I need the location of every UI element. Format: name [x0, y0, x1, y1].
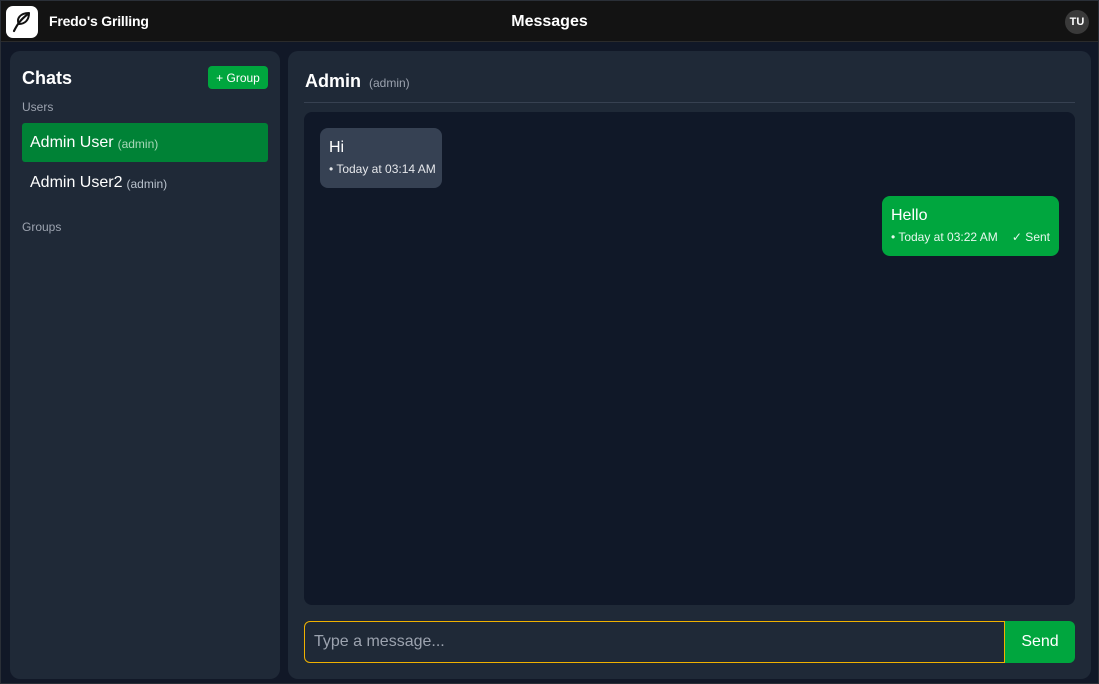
- message-status: ✓ Sent: [1011, 230, 1050, 244]
- groups-section-label: Groups: [22, 220, 62, 234]
- chats-title: Chats: [22, 68, 73, 88]
- chat-contact-name: Admin: [305, 71, 361, 91]
- message-meta: • Today at 03:22 AM ✓ Sent: [891, 230, 1050, 244]
- message-input[interactable]: [304, 621, 1005, 663]
- message-text: Hello: [891, 207, 928, 224]
- user-name: Admin User: [30, 133, 114, 151]
- user-role: (admin): [117, 136, 159, 151]
- chats-sidebar: Chats + Group Users Admin User (admin) A…: [10, 51, 280, 679]
- user-role: (admin): [126, 176, 168, 191]
- chat-contact-role: (admin): [369, 76, 410, 90]
- message-text: Hi: [329, 139, 345, 156]
- users-section-label: Users: [22, 100, 54, 114]
- message-timestamp: • Today at 03:22 AM: [891, 230, 998, 244]
- message-timestamp: • Today at 03:14 AM: [329, 162, 436, 176]
- chat-panel: Admin (admin) Hi • Today at 03:14 AM Hel…: [288, 51, 1091, 679]
- message-list[interactable]: Hi • Today at 03:14 AM Hello • Today at …: [304, 112, 1075, 605]
- send-button[interactable]: Send: [1005, 621, 1075, 663]
- header-divider: [304, 102, 1075, 103]
- page-title: Messages: [511, 13, 588, 30]
- user-item-admin-user[interactable]: Admin User (admin): [22, 123, 268, 162]
- new-group-button[interactable]: + Group: [208, 66, 268, 89]
- message-bubble-outgoing: Hello • Today at 03:22 AM ✓ Sent: [882, 196, 1059, 256]
- avatar[interactable]: TU: [1065, 10, 1089, 34]
- user-name: Admin User2: [30, 173, 123, 191]
- message-bubble-incoming: Hi • Today at 03:14 AM: [320, 128, 442, 188]
- message-meta: • Today at 03:14 AM: [329, 162, 436, 176]
- user-item-admin-user2[interactable]: Admin User2 (admin): [22, 163, 268, 202]
- app-window: Fredo's Grilling Messages TU Chats + Gro…: [0, 0, 1099, 684]
- top-bar: Fredo's Grilling Messages TU: [1, 1, 1098, 42]
